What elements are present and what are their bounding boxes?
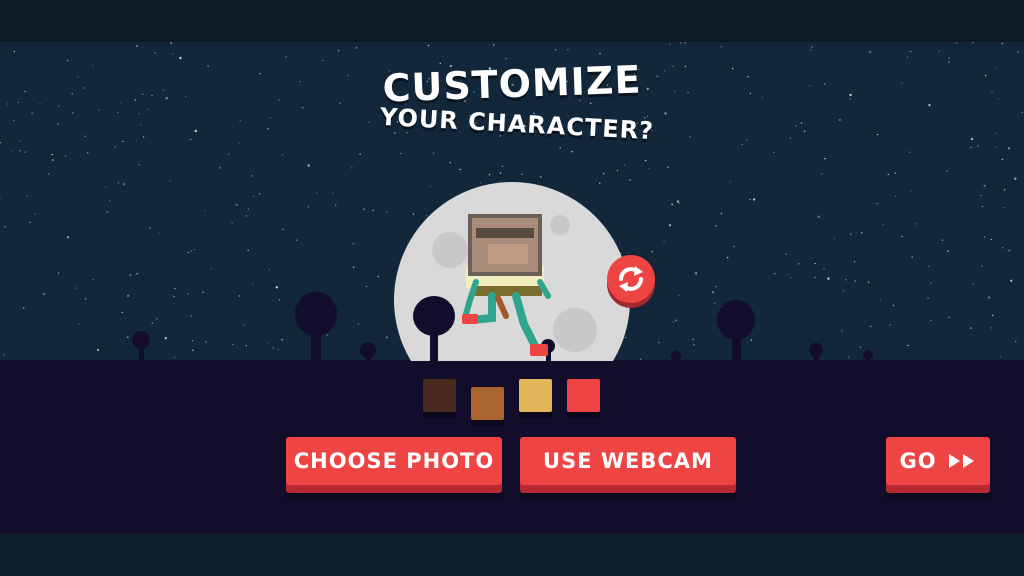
tree xyxy=(671,351,681,364)
tree xyxy=(360,342,376,364)
refresh-button[interactable] xyxy=(607,255,655,303)
go-label: GO xyxy=(899,449,937,473)
refresh-icon xyxy=(619,266,643,292)
tree xyxy=(863,350,873,364)
choose-photo-button[interactable]: CHOOSE PHOTO xyxy=(286,437,502,485)
use-webcam-button[interactable]: USE WEBCAM xyxy=(520,437,736,485)
swatch-dark-brown[interactable] xyxy=(423,379,456,412)
choose-photo-label: CHOOSE PHOTO xyxy=(293,449,495,473)
tree xyxy=(717,300,755,364)
tree xyxy=(809,343,823,364)
tree xyxy=(295,292,337,364)
swatch-tan[interactable] xyxy=(519,379,552,412)
tree xyxy=(132,331,150,364)
swatch-red[interactable] xyxy=(567,379,600,412)
swatch-brown[interactable] xyxy=(471,387,504,420)
use-webcam-label: USE WEBCAM xyxy=(543,449,713,473)
go-button[interactable]: GO xyxy=(886,437,990,485)
page-title: CUSTOMIZE YOUR CHARACTER? xyxy=(0,57,1024,145)
fast-forward-icon xyxy=(947,452,977,470)
